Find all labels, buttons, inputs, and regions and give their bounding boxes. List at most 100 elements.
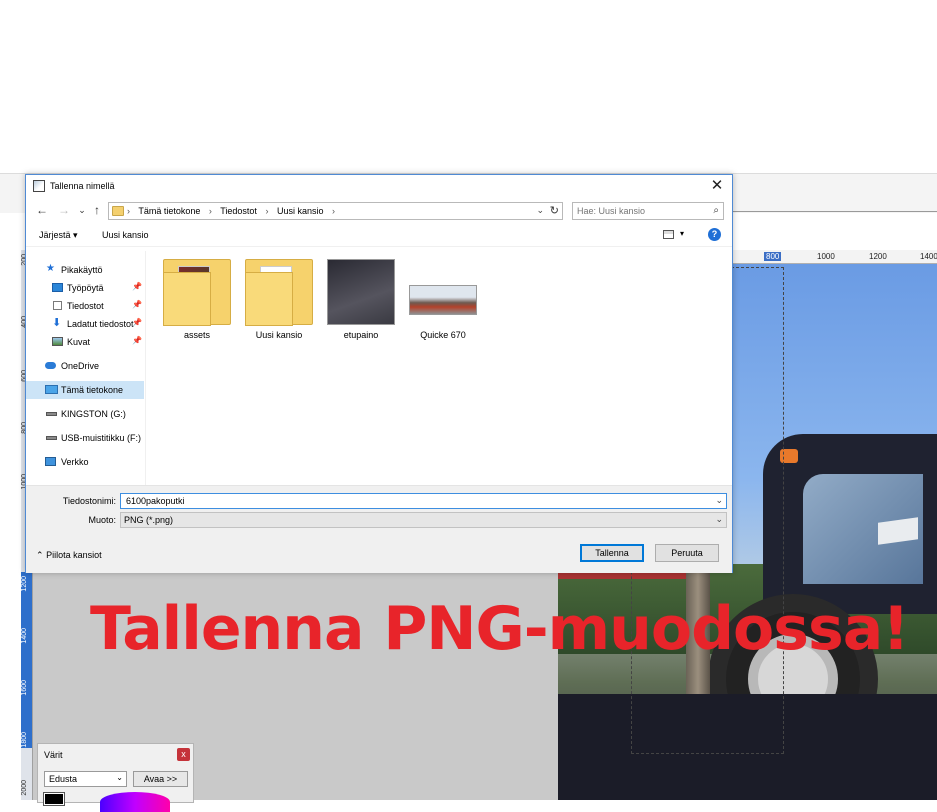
chevron-down-icon: ⌄ <box>715 514 723 524</box>
chevron-down-icon[interactable]: ⌄ <box>715 495 723 506</box>
filetype-value: PNG (*.png) <box>124 515 174 525</box>
nav-item-label: Työpöytä <box>67 283 104 293</box>
organize-menu-button[interactable]: Järjestä ▾ <box>39 230 78 241</box>
breadcrumb-item[interactable]: Tiedostot <box>220 206 257 216</box>
chevron-up-icon: ⌃ <box>36 550 44 560</box>
colors-panel-close-button[interactable]: x <box>177 748 190 761</box>
nav-item-label: Kuvat <box>67 337 91 347</box>
pin-icon[interactable]: 📌 <box>132 282 142 291</box>
color-wheel[interactable] <box>100 792 170 812</box>
hide-folders-toggle[interactable]: ⌃ Piilota kansiot <box>36 550 102 561</box>
cloud-icon <box>45 362 56 369</box>
image-thumbnail <box>409 285 477 315</box>
forward-arrow-icon[interactable]: → <box>56 202 72 218</box>
breadcrumb-separator: › <box>208 206 212 216</box>
breadcrumb-separator: › <box>332 206 336 216</box>
navigation-pane: ★ Pikakäyttö Työpöytä 📌 Tiedostot 📌 ⬇ La… <box>26 251 146 485</box>
hide-folders-label: Piilota kansiot <box>46 550 102 560</box>
breadcrumb-separator: › <box>265 206 269 216</box>
desktop-icon <box>52 283 63 292</box>
help-icon[interactable]: ? <box>708 228 721 241</box>
nav-item-usb-drive[interactable]: USB-muistitikku (F:) <box>26 429 144 447</box>
color-mode-value: Edusta <box>49 774 78 784</box>
colors-panel: Värit x Edusta ⌄ Avaa >> <box>37 743 194 812</box>
filetype-label: Muoto: <box>88 515 116 525</box>
file-item-name: Uusi kansio <box>255 330 303 340</box>
file-item-etupaino[interactable]: etupaino <box>321 255 401 345</box>
nav-item-label: Ladatut tiedostot <box>67 319 134 329</box>
ruler-label: 1600 <box>21 680 28 696</box>
nav-item-label: OneDrive <box>61 361 100 371</box>
ruler-label: 1200 <box>869 252 887 261</box>
primary-color-swatch[interactable] <box>43 792 65 806</box>
new-folder-button[interactable]: Uusi kansio <box>102 230 149 240</box>
color-mode-select[interactable]: Edusta ⌄ <box>44 771 127 787</box>
nav-item-kingston-drive[interactable]: KINGSTON (G:) <box>26 405 144 423</box>
file-item-uusi-kansio[interactable]: Uusi kansio <box>239 255 319 345</box>
back-arrow-icon[interactable]: ← <box>34 202 50 218</box>
nav-item-this-pc[interactable]: Tämä tietokone <box>26 381 144 399</box>
filename-input[interactable] <box>124 495 704 507</box>
file-item-name: etupaino <box>343 330 379 340</box>
nav-item-pictures[interactable]: Kuvat 📌 <box>26 333 144 351</box>
breadcrumb-separator: › <box>127 206 130 216</box>
file-list: assets Uusi kansio etupaino Quicke 670 <box>147 251 732 485</box>
ruler-label: 1800 <box>21 732 28 748</box>
recent-locations-chevron-icon[interactable]: ⌄ <box>74 202 90 218</box>
nav-item-quick-access[interactable]: ★ Pikakäyttö <box>26 261 144 279</box>
ruler-label: 1400 <box>920 252 937 261</box>
nav-item-label: Pikakäyttö <box>61 265 103 275</box>
view-options-icon[interactable] <box>663 230 674 239</box>
dialog-titlebar[interactable]: Tallenna nimellä ✕ <box>26 175 732 197</box>
address-bar[interactable]: › Tämä tietokone › Tiedostot › Uusi kans… <box>108 202 563 220</box>
address-dropdown-icon[interactable]: ⌄ <box>536 205 544 216</box>
usb-icon <box>46 436 57 440</box>
save-button[interactable]: Tallenna <box>580 544 644 562</box>
close-button[interactable]: ✕ <box>708 177 726 195</box>
file-item-assets[interactable]: assets <box>157 255 237 345</box>
search-icon[interactable]: ⌕ <box>713 205 719 216</box>
colors-more-button[interactable]: Avaa >> <box>133 771 188 787</box>
filename-field[interactable]: ⌄ <box>120 493 727 509</box>
nav-item-label: Tämä tietokone <box>61 385 124 395</box>
drive-icon <box>46 412 57 416</box>
ruler-label: 1200 <box>21 576 28 592</box>
pin-icon[interactable]: 📌 <box>132 300 142 309</box>
search-input[interactable] <box>575 204 705 218</box>
search-box[interactable]: ⌕ <box>572 202 724 220</box>
cancel-button[interactable]: Peruuta <box>655 544 719 562</box>
folder-icon <box>245 259 313 326</box>
file-item-quicke-670[interactable]: Quicke 670 <box>403 255 483 345</box>
star-icon: ★ <box>46 263 55 274</box>
breadcrumb-item[interactable]: Uusi kansio <box>277 206 324 216</box>
nav-item-network[interactable]: Verkko <box>26 453 144 471</box>
ruler-label: 2000 <box>21 780 28 796</box>
up-arrow-icon[interactable]: ↑ <box>89 202 105 218</box>
pin-icon[interactable]: 📌 <box>132 318 142 327</box>
folder-icon <box>112 206 124 216</box>
nav-item-label: Verkko <box>61 457 89 467</box>
file-item-name: assets <box>183 330 210 340</box>
nav-item-onedrive[interactable]: OneDrive <box>26 357 144 375</box>
refresh-icon[interactable]: ↻ <box>550 204 559 217</box>
breadcrumb-item[interactable]: Tämä tietokone <box>138 206 200 216</box>
overlay-annotation-text: Tallenna PNG-muodossa! <box>90 594 910 664</box>
ruler-label: 800 <box>764 252 782 261</box>
computer-icon <box>45 385 58 394</box>
app-icon <box>33 180 45 192</box>
nav-item-desktop[interactable]: Työpöytä 📌 <box>26 279 144 297</box>
network-icon <box>45 457 56 466</box>
ruler-selection-band <box>21 572 32 748</box>
view-dropdown-icon[interactable]: ▾ <box>680 229 684 238</box>
ruler-label: 1000 <box>817 252 835 261</box>
navigation-bar: ← → ⌄ ↑ › Tämä tietokone › Tiedostot › U… <box>26 199 732 223</box>
ruler-horizontal: 800 1000 1200 1400 <box>731 250 937 264</box>
pin-icon[interactable]: 📌 <box>132 336 142 345</box>
documents-icon <box>53 301 62 310</box>
filetype-select[interactable]: PNG (*.png) ⌄ <box>120 512 727 528</box>
nav-item-documents[interactable]: Tiedostot 📌 <box>26 297 144 315</box>
nav-item-label: KINGSTON (G:) <box>61 409 126 419</box>
nav-item-label: USB-muistitikku (F:) <box>61 433 142 443</box>
nav-item-downloads[interactable]: ⬇ Ladatut tiedostot 📌 <box>26 315 144 333</box>
divider <box>731 211 937 212</box>
